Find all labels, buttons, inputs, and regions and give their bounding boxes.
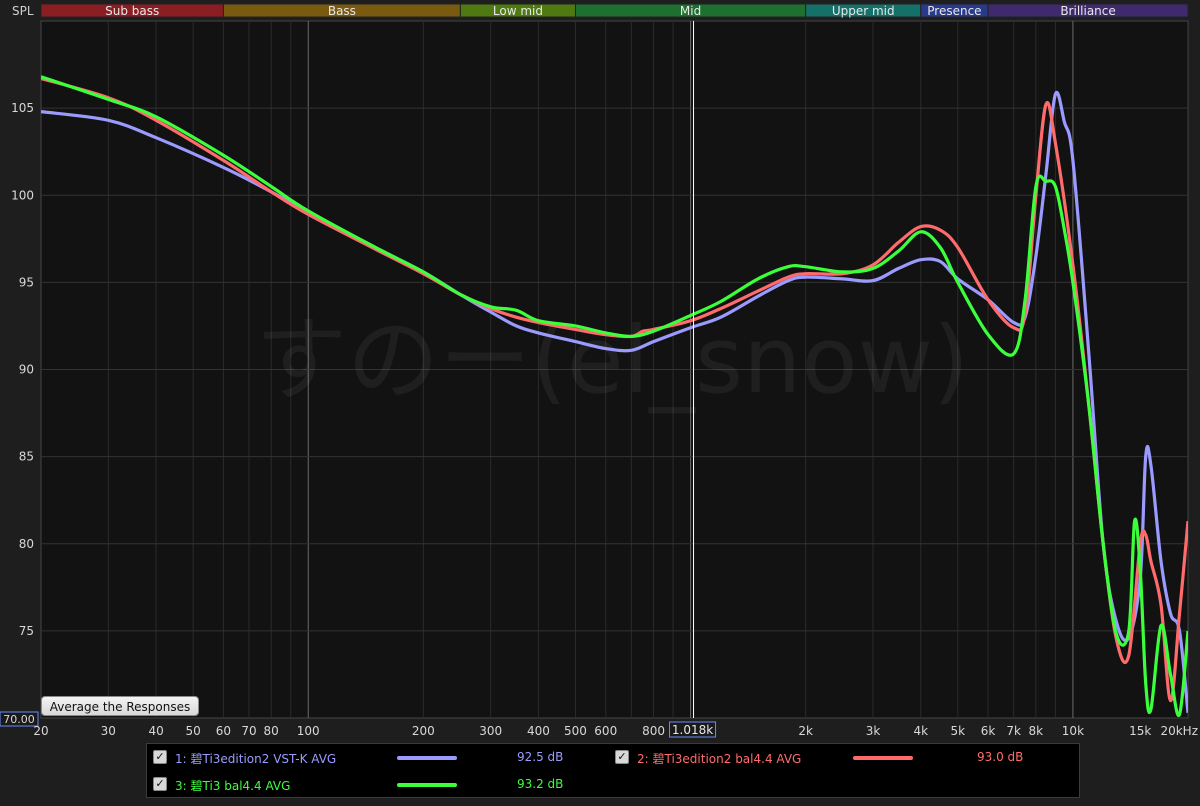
series-2-name: 2: 碧Ti3edition2 bal4.4 AVG [637, 752, 802, 766]
series-3-average: 93.2 dB [517, 777, 564, 791]
band-label-7: Brilliance [1060, 4, 1115, 18]
series-1-average: 92.5 dB [517, 750, 564, 764]
x-tick-label-17: 5k [951, 724, 966, 738]
series-3-swatch [397, 783, 457, 787]
y-tick-label-2: 85 [19, 450, 34, 464]
series-3-name: 3: 碧Ti3 bal4.4 AVG [175, 779, 291, 793]
watermark-text: すのー(el_snow) [255, 307, 969, 414]
y-tick-label-4: 95 [19, 275, 34, 289]
x-tick-label-2: 40 [148, 724, 163, 738]
x-tick-label-20: 8k [1029, 724, 1044, 738]
x-tick-label-10: 400 [527, 724, 550, 738]
series-2-checkbox[interactable]: ✓ [615, 750, 629, 764]
y-tick-label-3: 90 [19, 363, 34, 377]
x-tick-label-21: 10k [1062, 724, 1084, 738]
average-responses-button[interactable]: Average the Responses [41, 696, 199, 716]
y-tick-label-6: 105 [11, 101, 34, 115]
x-tick-label-14: 2k [798, 724, 813, 738]
x-tick-label-11: 500 [564, 724, 587, 738]
band-label-2: Bass [328, 4, 356, 18]
x-tick-label-1: 30 [101, 724, 116, 738]
x-tick-label-6: 80 [264, 724, 279, 738]
series-1-checkbox[interactable]: ✓ [153, 750, 167, 764]
x-tick-label-13: 800 [642, 724, 665, 738]
cursor-label: 1.018k [672, 723, 713, 737]
x-tick-label-8: 200 [412, 724, 435, 738]
x-tick-label-16: 4k [913, 724, 928, 738]
legend-panel: ✓ 1: 碧Ti3edition2 VST-K AVG 92.5 dB ✓ 2:… [146, 743, 1080, 798]
frequency-response-chart: Sub bass Bass Low mid Mid Upper mid Presence B… [0, 3, 1198, 738]
y-min-label: 70.00 [3, 713, 35, 726]
x-tick-label-18: 6k [981, 724, 996, 738]
band-label-3: Low mid [493, 4, 543, 18]
band-label-6: Presence [927, 4, 981, 18]
series-3-checkbox[interactable]: ✓ [153, 777, 167, 791]
y-axis-label: SPL [12, 4, 34, 18]
band-label-5: Upper mid [832, 4, 895, 18]
x-tick-label-12: 600 [594, 724, 617, 738]
series-2-average: 93.0 dB [977, 750, 1024, 764]
x-tick-label-7: 100 [297, 724, 320, 738]
series-1-swatch [397, 756, 457, 760]
band-label-4: Mid [680, 4, 701, 18]
x-tick-label-22: 15k [1129, 724, 1151, 738]
x-tick-label-23: 20kHz [1160, 724, 1198, 738]
x-tick-label-0: 20 [33, 724, 48, 738]
series-1-name: 1: 碧Ti3edition2 VST-K AVG [175, 752, 337, 766]
y-tick-label-5: 100 [11, 188, 34, 202]
x-tick-label-19: 7k [1006, 724, 1021, 738]
x-tick-label-4: 60 [216, 724, 231, 738]
x-tick-label-3: 50 [186, 724, 201, 738]
y-tick-label-0: 75 [19, 624, 34, 638]
series-2-swatch [853, 756, 913, 760]
x-tick-label-15: 3k [866, 724, 881, 738]
x-tick-label-9: 300 [479, 724, 502, 738]
x-tick-label-5: 70 [241, 724, 256, 738]
band-label-1: Sub bass [105, 4, 159, 18]
y-tick-label-1: 80 [19, 537, 34, 551]
